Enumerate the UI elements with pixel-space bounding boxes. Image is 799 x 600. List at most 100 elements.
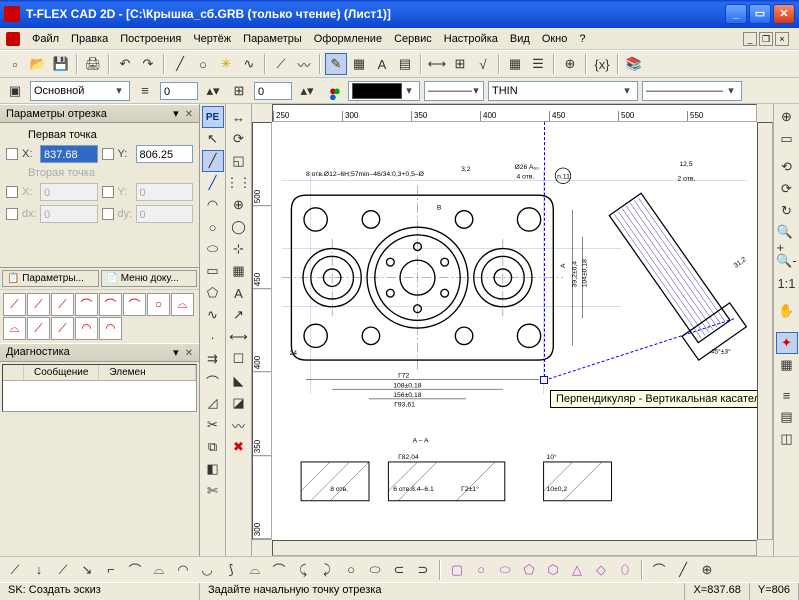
spin-icon[interactable]: ▴▾ (202, 80, 224, 102)
drawing-canvas[interactable]: Г72 108±0,18 156±0,18 Г93,61 8 отв.Ø12–6… (272, 122, 757, 540)
snap-btn[interactable]: ⌒ (123, 293, 146, 316)
snap-btn[interactable]: ⌓ (3, 317, 26, 340)
rough-button[interactable]: √ (472, 53, 494, 75)
x-check[interactable] (6, 148, 18, 160)
zoom-window[interactable]: ▭ (776, 128, 798, 150)
btool[interactable]: ○ (470, 559, 492, 581)
menu-edit[interactable]: Правка (65, 30, 114, 48)
zoom-next[interactable]: ⟳ (776, 178, 798, 200)
btool[interactable]: ⟋ (52, 559, 74, 581)
vars-button[interactable]: {x} (591, 53, 613, 75)
hatch2-tool[interactable]: ▦ (228, 260, 250, 282)
text-button[interactable]: A (371, 53, 393, 75)
snap-btn[interactable]: ⟋ (27, 317, 50, 340)
zoom-in[interactable]: 🔍+ (776, 228, 798, 250)
sketch-line-button[interactable]: ✎ (325, 53, 347, 75)
y-check[interactable] (102, 148, 114, 160)
canvas-scroll-v[interactable] (757, 122, 773, 540)
layers-btn[interactable]: ≡ (776, 384, 798, 406)
datum-tool[interactable]: ◣ (228, 370, 250, 392)
btool[interactable]: ⤹ (292, 559, 314, 581)
offset-tool[interactable]: ⇉ (202, 348, 224, 370)
line-end-combo[interactable]: ——————— ▾ (642, 81, 742, 101)
open-button[interactable]: 📂 (27, 53, 49, 75)
btool[interactable]: ◠ (172, 559, 194, 581)
leader-tool[interactable]: ↗ (228, 304, 250, 326)
zoom-out[interactable]: 🔍- (776, 250, 798, 272)
coord-tool[interactable]: ⊹ (228, 238, 250, 260)
dim2-tool[interactable]: ⟷ (228, 326, 250, 348)
tol-tool[interactable]: ☐ (228, 348, 250, 370)
btool[interactable]: ○ (340, 559, 362, 581)
btool[interactable]: ⌒ (648, 559, 670, 581)
x-input[interactable]: 837.68 (40, 145, 98, 163)
priority-icon[interactable]: ⊞ (228, 80, 250, 102)
point-tool[interactable]: · (202, 326, 224, 348)
zoom-real[interactable]: 1:1 (776, 272, 798, 294)
spin2-icon[interactable]: ▴▾ (296, 80, 318, 102)
line-type-combo[interactable]: THIN ▾ (488, 81, 638, 101)
btool[interactable]: ⬭ (494, 559, 516, 581)
tab-parameters[interactable]: 📋 Параметры... (2, 270, 99, 287)
redo-button[interactable]: ↷ (137, 53, 159, 75)
snap-btn[interactable]: ◠ (99, 317, 122, 340)
y2-check[interactable] (102, 186, 114, 198)
library-button[interactable]: 📚 (623, 53, 645, 75)
panel-close[interactable]: ✕ (185, 109, 193, 120)
menu-design[interactable]: Оформление (308, 30, 388, 48)
snap-btn[interactable]: ⌒ (99, 293, 122, 316)
tolerance-button[interactable]: ⊞ (449, 53, 471, 75)
btool[interactable]: △ (566, 559, 588, 581)
cut-tool[interactable]: ✄ (202, 480, 224, 502)
mode-pe[interactable]: PE (202, 106, 224, 128)
diag-close[interactable]: ✕ (185, 348, 193, 359)
btool[interactable]: ⌐ (100, 559, 122, 581)
chamfer-tool[interactable]: ◿ (202, 392, 224, 414)
dx-check[interactable] (6, 208, 18, 220)
layer-icon[interactable]: ▣ (4, 80, 26, 102)
mdi-restore[interactable]: ❐ (759, 32, 773, 46)
btool[interactable]: ▢ (446, 559, 468, 581)
grid-toggle[interactable]: ▦ (776, 354, 798, 376)
array-tool[interactable]: ⋮⋮ (228, 172, 250, 194)
line-tool[interactable]: ╱ (202, 150, 224, 172)
color-combo[interactable]: ▾ (348, 81, 420, 101)
layer-combo[interactable]: Основной ▾ (30, 81, 130, 101)
copy-tool[interactable]: ⧉ (202, 436, 224, 458)
canvas-scroll-h[interactable] (272, 540, 757, 556)
scale-tool[interactable]: ◱ (228, 150, 250, 172)
spline-button[interactable]: ∿ (238, 53, 260, 75)
btool[interactable]: ⊂ (388, 559, 410, 581)
snap-btn[interactable]: ⟋ (27, 293, 50, 316)
btool[interactable]: ⌒ (124, 559, 146, 581)
btool[interactable]: ↘ (76, 559, 98, 581)
bom-button[interactable]: ☰ (527, 53, 549, 75)
btool[interactable]: ⊃ (412, 559, 434, 581)
break-tool[interactable]: 〰 (228, 414, 250, 436)
offset-button[interactable]: 〰 (293, 53, 315, 75)
zoom-prev[interactable]: ⟲ (776, 156, 798, 178)
line-style-combo[interactable]: ———— ▾ (424, 81, 484, 101)
rotate-tool[interactable]: ⟳ (228, 128, 250, 150)
mdi-minimize[interactable]: _ (743, 32, 757, 46)
rect-tool[interactable]: ▭ (202, 260, 224, 282)
menu-settings[interactable]: Настройка (438, 30, 504, 48)
node-button[interactable]: ✳ (215, 53, 237, 75)
btool[interactable]: ⬡ (542, 559, 564, 581)
btool[interactable]: ◡ (196, 559, 218, 581)
btool[interactable]: ⊕ (696, 559, 718, 581)
snap-btn[interactable]: ◠ (75, 317, 98, 340)
btool[interactable]: ⟆ (220, 559, 242, 581)
table-button[interactable]: ▦ (504, 53, 526, 75)
pan[interactable]: ✋ (776, 300, 798, 322)
move-tool[interactable]: ↔ (228, 106, 250, 128)
btool[interactable]: ◇ (590, 559, 612, 581)
view-tool[interactable]: ◪ (228, 392, 250, 414)
menu-file[interactable]: Файл (26, 30, 65, 48)
btool[interactable]: ↓ (28, 559, 50, 581)
tab-docmenu[interactable]: 📄 Меню доку... (101, 270, 198, 287)
spline-tool[interactable]: ∿ (202, 304, 224, 326)
trim-tool[interactable]: ✂ (202, 414, 224, 436)
btool[interactable]: ╱ (672, 559, 694, 581)
mirror-tool[interactable]: ◧ (202, 458, 224, 480)
